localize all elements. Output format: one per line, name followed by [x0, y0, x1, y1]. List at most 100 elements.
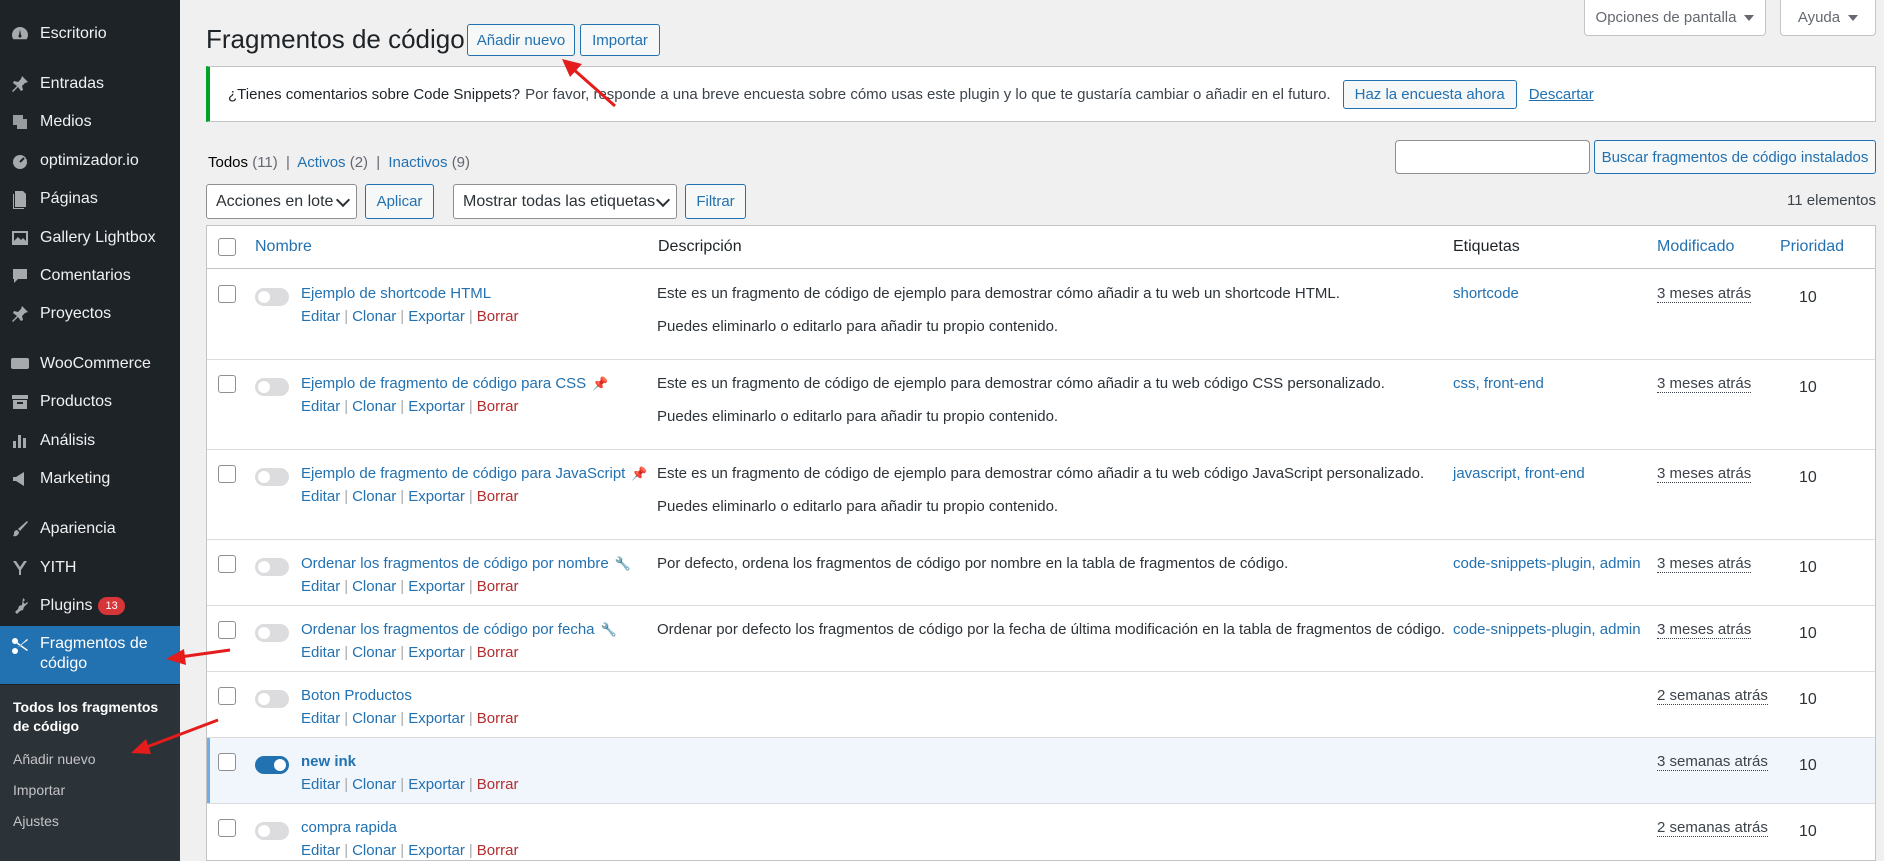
- snippet-tags[interactable]: code-snippets-plugin, admin: [1453, 621, 1641, 638]
- search-snippets-button[interactable]: Buscar fragmentos de código instalados: [1594, 140, 1876, 174]
- export-link[interactable]: Exportar: [408, 644, 465, 661]
- tags-filter-select[interactable]: Mostrar todas las etiquetas: [453, 184, 677, 219]
- add-new-button[interactable]: Añadir nuevo: [467, 24, 575, 56]
- sidebar-item-plugins[interactable]: Plugins 13: [0, 588, 180, 624]
- row-checkbox[interactable]: [218, 819, 236, 837]
- activation-toggle[interactable]: [255, 690, 289, 708]
- activation-toggle[interactable]: [255, 822, 289, 840]
- sidebar-item-fragmentos[interactable]: Fragmentos de código: [0, 626, 180, 684]
- select-all-checkbox[interactable]: [218, 238, 236, 256]
- clone-link[interactable]: Clonar: [352, 488, 396, 505]
- sidebar-item-analisis[interactable]: Análisis: [0, 423, 180, 459]
- edit-link[interactable]: Editar: [301, 398, 340, 415]
- edit-link[interactable]: Editar: [301, 308, 340, 325]
- edit-link[interactable]: Editar: [301, 644, 340, 661]
- clone-link[interactable]: Clonar: [352, 776, 396, 793]
- snippet-name-link[interactable]: Boton Productos: [301, 687, 412, 704]
- activation-toggle[interactable]: [255, 468, 289, 486]
- screen-options-toggle[interactable]: Opciones de pantalla: [1584, 0, 1766, 36]
- sidebar-item-productos[interactable]: Productos: [0, 384, 180, 420]
- sidebar-item-marketing[interactable]: Marketing: [0, 461, 180, 497]
- sidebar-item-yith[interactable]: YITH: [0, 550, 180, 586]
- export-link[interactable]: Exportar: [408, 488, 465, 505]
- dismiss-link[interactable]: Descartar: [1529, 86, 1594, 103]
- clone-link[interactable]: Clonar: [352, 842, 396, 859]
- export-link[interactable]: Exportar: [408, 776, 465, 793]
- sidebar-item-entradas[interactable]: Entradas: [0, 66, 180, 102]
- sidebar-item-gallery-lightbox[interactable]: Gallery Lightbox: [0, 220, 180, 256]
- delete-link[interactable]: Borrar: [477, 842, 519, 859]
- delete-link[interactable]: Borrar: [477, 488, 519, 505]
- filter-inactive[interactable]: Inactivos: [388, 154, 447, 171]
- sidebar-item-apariencia[interactable]: Apariencia: [0, 511, 180, 547]
- submenu-item-settings[interactable]: Ajustes: [13, 813, 59, 829]
- snippet-name-link[interactable]: Ejemplo de fragmento de código para Java…: [301, 465, 625, 482]
- help-toggle[interactable]: Ayuda: [1780, 0, 1876, 36]
- export-link[interactable]: Exportar: [408, 578, 465, 595]
- sidebar-item-optimizador[interactable]: optimizador.io: [0, 143, 180, 179]
- row-checkbox[interactable]: [218, 555, 236, 573]
- filter-button[interactable]: Filtrar: [685, 184, 746, 219]
- search-input[interactable]: [1395, 140, 1590, 174]
- activation-toggle[interactable]: [255, 756, 289, 774]
- edit-link[interactable]: Editar: [301, 776, 340, 793]
- snippet-name-link[interactable]: Ejemplo de fragmento de código para CSS: [301, 375, 586, 392]
- row-checkbox[interactable]: [218, 621, 236, 639]
- delete-link[interactable]: Borrar: [477, 308, 519, 325]
- snippet-tags[interactable]: code-snippets-plugin, admin: [1453, 555, 1641, 572]
- snippet-name-link[interactable]: Ejemplo de shortcode HTML: [301, 285, 491, 302]
- edit-link[interactable]: Editar: [301, 488, 340, 505]
- activation-toggle[interactable]: [255, 558, 289, 576]
- snippet-name-link[interactable]: new ink: [301, 753, 356, 770]
- activation-toggle[interactable]: [255, 624, 289, 642]
- filter-active[interactable]: Activos: [297, 154, 345, 171]
- delete-link[interactable]: Borrar: [477, 776, 519, 793]
- snippet-name-link[interactable]: Ordenar los fragmentos de código por nom…: [301, 555, 609, 572]
- sidebar-item-paginas[interactable]: Páginas: [0, 181, 180, 217]
- clone-link[interactable]: Clonar: [352, 710, 396, 727]
- snippet-tags[interactable]: javascript, front-end: [1453, 465, 1585, 482]
- row-checkbox[interactable]: [218, 375, 236, 393]
- sidebar-item-woocommerce[interactable]: WooCommerce: [0, 346, 180, 382]
- snippet-name-link[interactable]: Ordenar los fragmentos de código por fec…: [301, 621, 595, 638]
- sidebar-item-comentarios[interactable]: Comentarios: [0, 258, 180, 294]
- export-link[interactable]: Exportar: [408, 308, 465, 325]
- delete-link[interactable]: Borrar: [477, 398, 519, 415]
- export-link[interactable]: Exportar: [408, 398, 465, 415]
- submenu-item-import[interactable]: Importar: [13, 782, 65, 798]
- bulk-actions-select[interactable]: Acciones en lote: [206, 184, 357, 219]
- clone-link[interactable]: Clonar: [352, 644, 396, 661]
- apply-button[interactable]: Aplicar: [365, 184, 434, 219]
- column-priority[interactable]: Prioridad: [1780, 238, 1844, 256]
- column-modified[interactable]: Modificado: [1657, 238, 1734, 256]
- submenu-item-all-snippets[interactable]: Todos los fragmentos de código: [13, 698, 173, 736]
- snippet-tags[interactable]: shortcode: [1453, 285, 1519, 302]
- sidebar-item-medios[interactable]: Medios: [0, 104, 180, 140]
- edit-link[interactable]: Editar: [301, 578, 340, 595]
- export-link[interactable]: Exportar: [408, 842, 465, 859]
- row-checkbox[interactable]: [218, 687, 236, 705]
- take-survey-button[interactable]: Haz la encuesta ahora: [1342, 79, 1517, 109]
- filter-all[interactable]: Todos: [208, 154, 248, 171]
- edit-link[interactable]: Editar: [301, 710, 340, 727]
- submenu-item-add-new[interactable]: Añadir nuevo: [13, 751, 96, 767]
- clone-link[interactable]: Clonar: [352, 578, 396, 595]
- row-checkbox[interactable]: [218, 465, 236, 483]
- clone-link[interactable]: Clonar: [352, 398, 396, 415]
- snippet-tags[interactable]: css, front-end: [1453, 375, 1544, 392]
- delete-link[interactable]: Borrar: [477, 578, 519, 595]
- row-checkbox[interactable]: [218, 285, 236, 303]
- export-link[interactable]: Exportar: [408, 710, 465, 727]
- snippet-name-link[interactable]: compra rapida: [301, 819, 397, 836]
- clone-link[interactable]: Clonar: [352, 308, 396, 325]
- sidebar-item-proyectos[interactable]: Proyectos: [0, 296, 180, 332]
- delete-link[interactable]: Borrar: [477, 644, 519, 661]
- activation-toggle[interactable]: [255, 288, 289, 306]
- row-checkbox[interactable]: [218, 753, 236, 771]
- sidebar-item-escritorio[interactable]: Escritorio: [0, 16, 180, 52]
- delete-link[interactable]: Borrar: [477, 710, 519, 727]
- activation-toggle[interactable]: [255, 378, 289, 396]
- edit-link[interactable]: Editar: [301, 842, 340, 859]
- import-button[interactable]: Importar: [580, 24, 660, 56]
- column-name[interactable]: Nombre: [255, 238, 312, 256]
